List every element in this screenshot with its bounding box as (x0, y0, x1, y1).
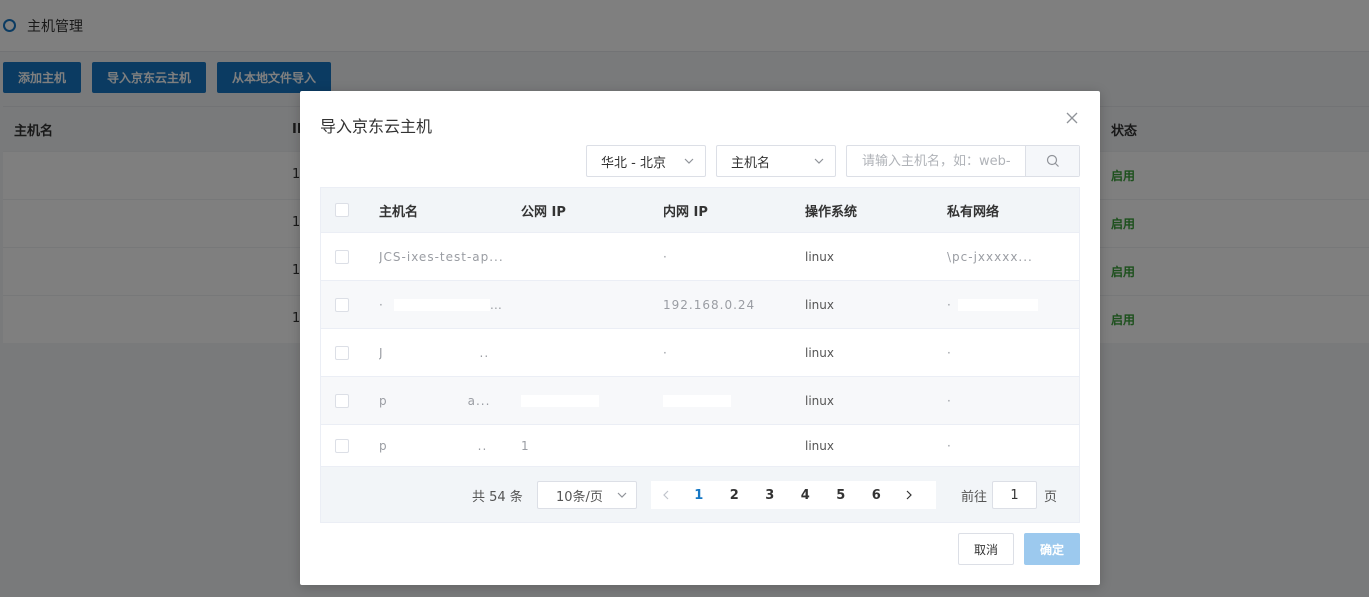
table-row[interactable]: p a... linux · (321, 376, 1079, 424)
total-count: 共 54 条 (472, 490, 523, 505)
os-value: linux (805, 393, 834, 408)
page-size-value: 10条/页 (556, 489, 603, 505)
chevron-down-icon (814, 158, 824, 164)
os-value: linux (805, 297, 834, 312)
instance-table: 主机名 公网 IP 内网 IP 操作系统 私有网络 JCS-ixes-test-… (320, 187, 1080, 523)
search-input[interactable] (847, 146, 1025, 176)
public-ip (521, 281, 651, 328)
table-row[interactable]: p.. 1 linux · (321, 424, 1079, 466)
host-name: J.. (379, 345, 490, 360)
host-name-text: · (379, 297, 384, 312)
header-public-ip: 公网 IP (521, 204, 566, 220)
page-5[interactable]: 5 (823, 488, 859, 503)
table-row[interactable]: · … 192.168.0.24 linux · (321, 280, 1079, 328)
host-name-text: J (379, 345, 384, 360)
host-name-text: p (379, 438, 388, 453)
search-box (846, 145, 1080, 177)
public-ip: 1 (521, 438, 530, 453)
row-checkbox[interactable] (335, 233, 349, 280)
vpc-value: · (947, 393, 952, 408)
row-checkbox[interactable] (335, 425, 349, 466)
cancel-button[interactable]: 取消 (958, 533, 1014, 565)
private-ip: · (663, 345, 668, 360)
header-vpc: 私有网络 (947, 204, 1000, 220)
page-1[interactable]: 1 (681, 488, 717, 503)
os-value: linux (805, 249, 834, 264)
host-name-text: p (379, 393, 388, 408)
header-host-name: 主机名 (379, 204, 419, 220)
search-field-select[interactable]: 主机名 (716, 145, 836, 177)
redacted-block (521, 394, 599, 407)
page-6[interactable]: 6 (859, 488, 895, 503)
vpc-value: · (947, 438, 952, 453)
page-2[interactable]: 2 (717, 488, 753, 503)
goto-label: 前往 (961, 489, 988, 505)
row-checkbox[interactable] (335, 377, 349, 424)
filter-bar: 华北 - 北京 主机名 (586, 145, 1080, 177)
page-list: 1 2 3 4 5 6 (651, 481, 936, 509)
public-ip (521, 377, 651, 424)
row-checkbox[interactable] (335, 329, 349, 376)
os-value: linux (805, 438, 834, 453)
goto-page: 前往 页 (961, 481, 1057, 509)
region-value: 华北 - 北京 (601, 155, 666, 171)
host-name: p a... (379, 393, 491, 408)
public-ip (521, 329, 651, 376)
redacted-block (663, 394, 731, 407)
search-button[interactable] (1025, 146, 1079, 176)
prev-page-icon[interactable] (651, 481, 681, 509)
select-all-checkbox[interactable] (335, 188, 349, 232)
import-jdcloud-dialog: 导入京东云主机 华北 - 北京 主机名 主机名 公网 IP 内网 IP 操作系统… (300, 91, 1100, 585)
close-icon[interactable] (1064, 110, 1080, 126)
vpc-text: · (947, 297, 952, 312)
page-3[interactable]: 3 (752, 488, 788, 503)
table-row[interactable]: JCS-ixes-test-ap... · linux \pc-jxxxxx..… (321, 232, 1079, 280)
chevron-down-icon (684, 158, 694, 164)
page-4[interactable]: 4 (788, 488, 824, 503)
vpc-value: · (947, 281, 1067, 328)
chevron-down-icon (617, 492, 627, 498)
pagination: 共 54 条 10条/页 1 2 3 4 5 6 前往 1 页 (321, 466, 1079, 522)
dialog-title: 导入京东云主机 (320, 117, 433, 136)
private-ip: · (663, 249, 668, 264)
page-size-select[interactable]: 10条/页 (537, 481, 637, 509)
row-checkbox[interactable] (335, 281, 349, 328)
goto-page-input[interactable] (992, 481, 1038, 509)
host-name: JCS-ixes-test-ap... (379, 249, 504, 264)
goto-suffix: 页 (1044, 489, 1058, 505)
private-ip: 192.168.0.24 (663, 297, 756, 312)
vpc-value: \pc-jxxxxx... (947, 249, 1033, 264)
redacted-block (393, 298, 490, 311)
search-field-value: 主机名 (731, 155, 771, 171)
header-os: 操作系统 (805, 204, 858, 220)
next-page-icon[interactable] (894, 481, 924, 509)
redacted-block (957, 298, 1038, 311)
private-ip (663, 377, 793, 424)
search-icon (1046, 154, 1059, 167)
private-ip (663, 425, 793, 466)
vpc-value: · (947, 345, 952, 360)
table-row[interactable]: J.. · linux · (321, 328, 1079, 376)
host-name: · … (379, 297, 503, 312)
host-name: p.. (379, 438, 488, 453)
confirm-button[interactable]: 确定 (1024, 533, 1080, 565)
header-private-ip: 内网 IP (663, 204, 708, 220)
os-value: linux (805, 345, 834, 360)
public-ip (521, 233, 651, 280)
region-select[interactable]: 华北 - 北京 (586, 145, 706, 177)
instance-table-header: 主机名 公网 IP 内网 IP 操作系统 私有网络 (321, 188, 1079, 232)
